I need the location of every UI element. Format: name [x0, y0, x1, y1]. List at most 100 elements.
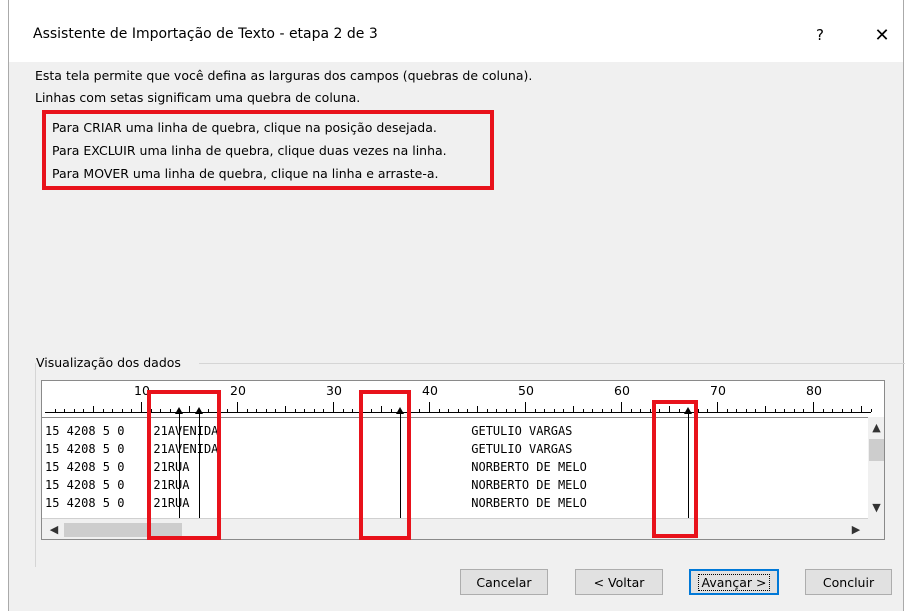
ruler-tick	[83, 409, 85, 412]
finish-button[interactable]: Concluir	[805, 569, 892, 595]
ruler-tick	[611, 409, 613, 412]
ruler-tick	[525, 402, 526, 412]
ruler-tick	[755, 409, 757, 412]
ruler-tick	[93, 406, 94, 412]
data-row: 15 4208 5 0 21AVENIDA GETULIO VARGAS	[45, 442, 573, 456]
ruler-tick	[246, 409, 248, 412]
ruler-tick	[813, 402, 814, 412]
ruler-tick	[582, 409, 584, 412]
ruler-tick	[275, 409, 277, 412]
ruler-tick	[649, 409, 651, 412]
data-preview-label-text: Visualização dos dados	[36, 355, 181, 370]
scroll-left-icon[interactable]: ◀	[46, 522, 62, 538]
vertical-scroll-thumb[interactable]	[869, 439, 884, 461]
ruler-tick	[102, 409, 104, 412]
ruler-tick	[640, 409, 642, 412]
ruler-tick	[54, 409, 56, 412]
cancel-button[interactable]: Cancelar	[460, 569, 548, 595]
dialog-title: Assistente de Importação de Texto - etap…	[33, 26, 378, 42]
ruler-tick	[419, 409, 421, 412]
back-button[interactable]: < Voltar	[575, 569, 663, 595]
scroll-down-icon[interactable]: ▼	[868, 499, 884, 516]
ruler-tick	[333, 402, 334, 412]
ruler-number: 30	[326, 383, 342, 398]
ruler-tick	[256, 409, 258, 412]
description-line-1: Esta tela permite que você defina as lar…	[35, 68, 533, 83]
ruler-tick	[832, 409, 834, 412]
ruler-number: 40	[422, 383, 438, 398]
ruler-tick	[429, 402, 430, 412]
ruler-tick	[457, 409, 459, 412]
scroll-up-icon[interactable]: ▲	[868, 419, 884, 436]
ruler-tick	[861, 406, 862, 412]
break-highlight-box-1	[147, 390, 221, 540]
ruler-tick	[784, 409, 786, 412]
ruler-number: 50	[518, 383, 534, 398]
ruler-tick	[141, 402, 142, 412]
ruler-tick	[544, 409, 546, 412]
ruler-tick	[621, 402, 622, 412]
ruler-tick	[774, 409, 776, 412]
ruler-tick	[237, 402, 238, 412]
ruler-number: 60	[614, 383, 630, 398]
ruler-tick	[352, 409, 354, 412]
ruler-tick	[745, 409, 747, 412]
ruler-tick	[534, 409, 536, 412]
ruler-tick	[342, 409, 344, 412]
next-button-label: Avançar >	[697, 573, 771, 591]
ruler-tick	[112, 409, 114, 412]
ruler-tick	[803, 409, 805, 412]
ruler-tick	[707, 409, 709, 412]
ruler-tick	[265, 409, 267, 412]
description-line-2: Linhas com setas significam uma quebra d…	[35, 90, 361, 105]
ruler-tick	[736, 409, 738, 412]
ruler-tick	[64, 409, 66, 412]
break-highlight-box-3	[652, 400, 698, 538]
ruler-tick	[553, 409, 555, 412]
help-button[interactable]: ?	[805, 20, 835, 50]
instructions-highlight-box	[42, 110, 494, 190]
ruler-tick	[323, 409, 325, 412]
ruler-tick	[477, 406, 478, 412]
ruler-number: 20	[230, 383, 246, 398]
ruler-number: 80	[806, 383, 822, 398]
text-import-wizard-dialog: Assistente de Importação de Texto - etap…	[8, 0, 905, 611]
group-border-top	[199, 363, 905, 364]
break-highlight-box-2	[359, 390, 411, 540]
close-button[interactable]: ✕	[867, 20, 897, 50]
ruler-tick	[505, 409, 507, 412]
ruler-tick	[573, 406, 574, 412]
ruler-tick	[438, 409, 440, 412]
ruler-tick	[496, 409, 498, 412]
data-preview-label: Visualização dos dados	[36, 355, 185, 370]
ruler-tick	[765, 406, 766, 412]
ruler-tick	[486, 409, 488, 412]
next-button[interactable]: Avançar >	[689, 569, 779, 595]
ruler-tick	[121, 409, 123, 412]
ruler-tick	[294, 409, 296, 412]
data-row: 15 4208 5 0 21RUA NORBERTO DE MELO	[45, 496, 587, 510]
ruler-tick	[851, 409, 853, 412]
group-border-left	[35, 363, 36, 567]
data-row: 15 4208 5 0 21RUA NORBERTO DE MELO	[45, 460, 587, 474]
ruler-number: 70	[710, 383, 726, 398]
data-row: 15 4208 5 0 21AVENIDA GETULIO VARGAS	[45, 424, 573, 438]
ruler-tick	[467, 409, 469, 412]
ruler-tick	[630, 409, 632, 412]
ruler-tick	[870, 409, 872, 412]
ruler-tick	[131, 409, 133, 412]
title-bar: Assistente de Importação de Texto - etap…	[9, 0, 903, 62]
scroll-right-icon[interactable]: ▶	[848, 522, 864, 538]
ruler-tick	[822, 409, 824, 412]
ruler-tick	[313, 409, 315, 412]
ruler-tick	[227, 409, 229, 412]
ruler-tick	[592, 409, 594, 412]
vertical-scrollbar[interactable]: ▲ ▼	[868, 417, 884, 518]
ruler-tick	[448, 409, 450, 412]
ruler-tick	[563, 409, 565, 412]
ruler-tick	[601, 409, 603, 412]
ruler-tick	[841, 409, 843, 412]
ruler-tick	[73, 409, 75, 412]
ruler-tick	[285, 406, 286, 412]
scrollbar-corner	[868, 518, 884, 539]
